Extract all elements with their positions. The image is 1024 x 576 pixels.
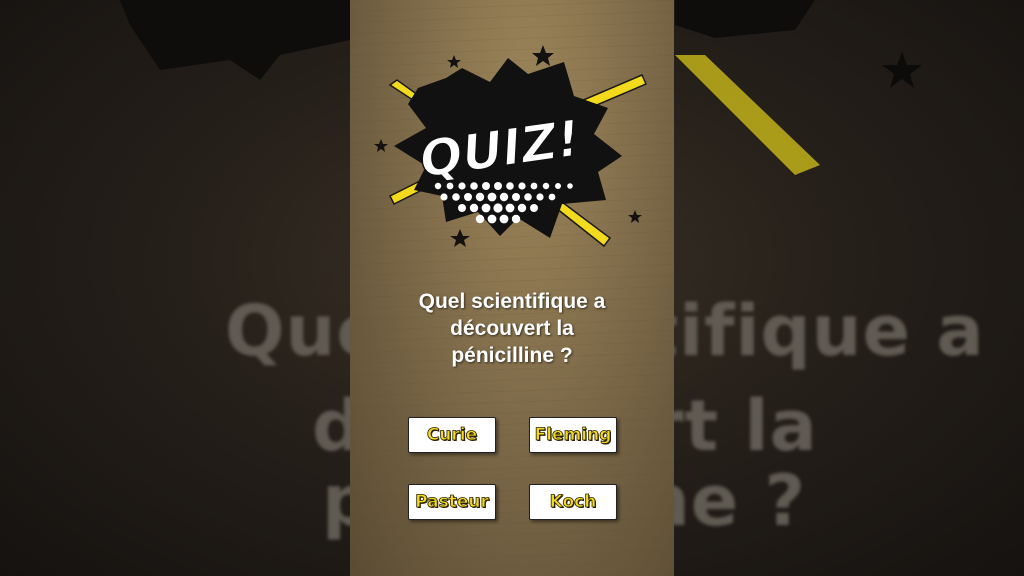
quiz-panel: QUIZ! Quel scientifique a découvert la p…: [350, 0, 674, 576]
star-icon: [447, 55, 461, 68]
question-line: Quel scientifique a: [418, 290, 606, 313]
question-text: Quel scientifique a découvert la pénicil…: [350, 288, 674, 369]
background-star-decoration: [882, 52, 922, 88]
star-icon: [450, 229, 470, 247]
answer-label: Fleming: [534, 425, 612, 446]
answer-button-pasteur[interactable]: Pasteur: [408, 484, 496, 520]
star-icon: [628, 210, 642, 223]
answer-label: Curie: [426, 425, 478, 446]
background-burst-decoration-right: [675, 0, 815, 38]
star-icon: [374, 139, 388, 152]
answer-button-fleming[interactable]: Fleming: [529, 417, 617, 453]
question-line: pénicilline ?: [451, 344, 573, 367]
answer-button-koch[interactable]: Koch: [529, 484, 617, 520]
answer-label: Koch: [549, 492, 597, 513]
quiz-burst-badge: QUIZ!: [374, 45, 647, 248]
answer-label: Pasteur: [415, 492, 490, 513]
star-icon: [532, 45, 554, 66]
question-line: découvert la: [450, 317, 574, 340]
background-burst-decoration: [120, 0, 360, 80]
background-ray-decoration: [675, 55, 820, 175]
answer-button-curie[interactable]: Curie: [408, 417, 496, 453]
